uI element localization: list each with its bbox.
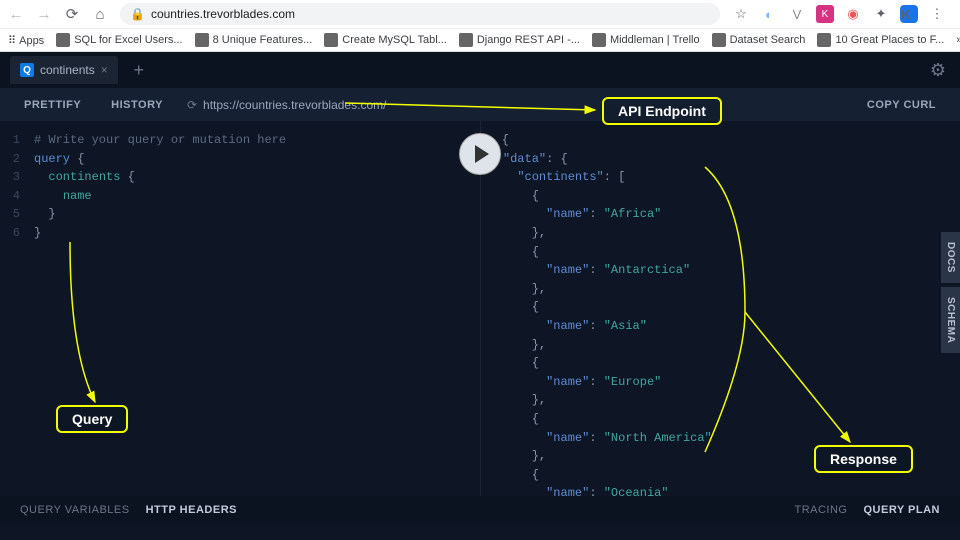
bookmark-item[interactable]: SQL for Excel Users... bbox=[56, 33, 182, 47]
copy-curl-button[interactable]: COPY CURL bbox=[853, 93, 950, 117]
bookmark-item[interactable]: 8 Unique Features... bbox=[195, 33, 313, 47]
puzzle-icon[interactable]: ✦ bbox=[872, 5, 890, 23]
docs-tab[interactable]: DOCS bbox=[941, 232, 960, 283]
new-tab-button[interactable]: + bbox=[126, 58, 152, 82]
url-text: countries.trevorblades.com bbox=[151, 7, 295, 21]
panes: 1# Write your query or mutation here2que… bbox=[0, 121, 960, 496]
forward-icon[interactable]: → bbox=[36, 6, 52, 22]
address-bar[interactable]: 🔒 countries.trevorblades.com bbox=[120, 3, 720, 25]
run-button[interactable] bbox=[459, 133, 501, 175]
query-type-icon: Q bbox=[20, 63, 34, 77]
editor-line[interactable]: 1# Write your query or mutation here bbox=[8, 131, 472, 150]
reload-icon[interactable]: ⟳ bbox=[64, 6, 80, 22]
back-icon[interactable]: ← bbox=[8, 6, 24, 22]
ext-icon[interactable]: ◉ bbox=[844, 5, 862, 23]
toolbar: PRETTIFY HISTORY ⟳ https://countries.tre… bbox=[0, 88, 960, 121]
query-editor[interactable]: 1# Write your query or mutation here2que… bbox=[0, 121, 481, 496]
response-pane: ▸ { "data": { "continents": [ { "name": … bbox=[481, 121, 960, 496]
apps-button[interactable]: ⠿ Apps bbox=[8, 34, 44, 47]
endpoint-input[interactable]: ⟳ https://countries.trevorblades.com/ bbox=[179, 93, 851, 117]
annotation-query: Query bbox=[56, 405, 128, 433]
graphql-playground: Q continents × + ⚙ PRETTIFY HISTORY ⟳ ht… bbox=[0, 52, 960, 540]
bookmark-item[interactable]: 10 Great Places to F... bbox=[817, 33, 944, 47]
bookmark-overflow[interactable]: » bbox=[956, 34, 960, 46]
tab-tracing[interactable]: TRACING bbox=[786, 504, 855, 516]
reload-icon: ⟳ bbox=[187, 98, 197, 112]
bookmark-item[interactable]: Middleman | Trello bbox=[592, 33, 700, 47]
editor-line[interactable]: 4 name bbox=[8, 187, 472, 206]
editor-line[interactable]: 2query { bbox=[8, 150, 472, 169]
annotation-response: Response bbox=[814, 445, 913, 473]
tab-bar: Q continents × + ⚙ bbox=[0, 52, 960, 88]
schema-tab[interactable]: SCHEMA bbox=[941, 287, 960, 353]
bookmark-item[interactable]: Dataset Search bbox=[712, 33, 806, 47]
menu-icon[interactable]: ⋮ bbox=[928, 5, 946, 23]
ext-icon[interactable]: K bbox=[816, 5, 834, 23]
endpoint-text: https://countries.trevorblades.com/ bbox=[203, 98, 386, 112]
gear-icon[interactable]: ⚙ bbox=[930, 60, 946, 81]
ext-icon[interactable]: V bbox=[788, 5, 806, 23]
bookmarks-bar: ⠿ Apps SQL for Excel Users... 8 Unique Fea… bbox=[0, 28, 960, 51]
footer-tabs: QUERY VARIABLES HTTP HEADERS TRACING QUE… bbox=[0, 496, 960, 524]
extension-row: ☆ ◐ V K ◉ ✦ K ⋮ bbox=[732, 5, 952, 23]
ext-icon[interactable]: ◐ bbox=[760, 5, 778, 23]
side-panel-tabs: DOCS SCHEMA bbox=[941, 232, 960, 357]
home-icon[interactable]: ⌂ bbox=[92, 6, 108, 22]
bookmark-item[interactable]: Django REST API -... bbox=[459, 33, 580, 47]
bookmark-item[interactable]: Create MySQL Tabl... bbox=[324, 33, 447, 47]
editor-line[interactable]: 5 } bbox=[8, 205, 472, 224]
tab-label: continents bbox=[40, 63, 95, 77]
tab-query-variables[interactable]: QUERY VARIABLES bbox=[12, 504, 138, 516]
close-icon[interactable]: × bbox=[101, 63, 108, 77]
editor-line[interactable]: 6} bbox=[8, 224, 472, 243]
tab-continents[interactable]: Q continents × bbox=[10, 56, 118, 84]
tab-http-headers[interactable]: HTTP HEADERS bbox=[138, 504, 245, 516]
star-icon[interactable]: ☆ bbox=[732, 5, 750, 23]
annotation-endpoint: API Endpoint bbox=[602, 97, 722, 125]
tab-query-plan[interactable]: QUERY PLAN bbox=[855, 504, 948, 516]
lock-icon: 🔒 bbox=[130, 7, 145, 21]
editor-line[interactable]: 3 continents { bbox=[8, 168, 472, 187]
browser-chrome: ← → ⟳ ⌂ 🔒 countries.trevorblades.com ☆ ◐… bbox=[0, 0, 960, 52]
prettify-button[interactable]: PRETTIFY bbox=[10, 93, 95, 117]
avatar[interactable]: K bbox=[900, 5, 918, 23]
history-button[interactable]: HISTORY bbox=[97, 93, 177, 117]
